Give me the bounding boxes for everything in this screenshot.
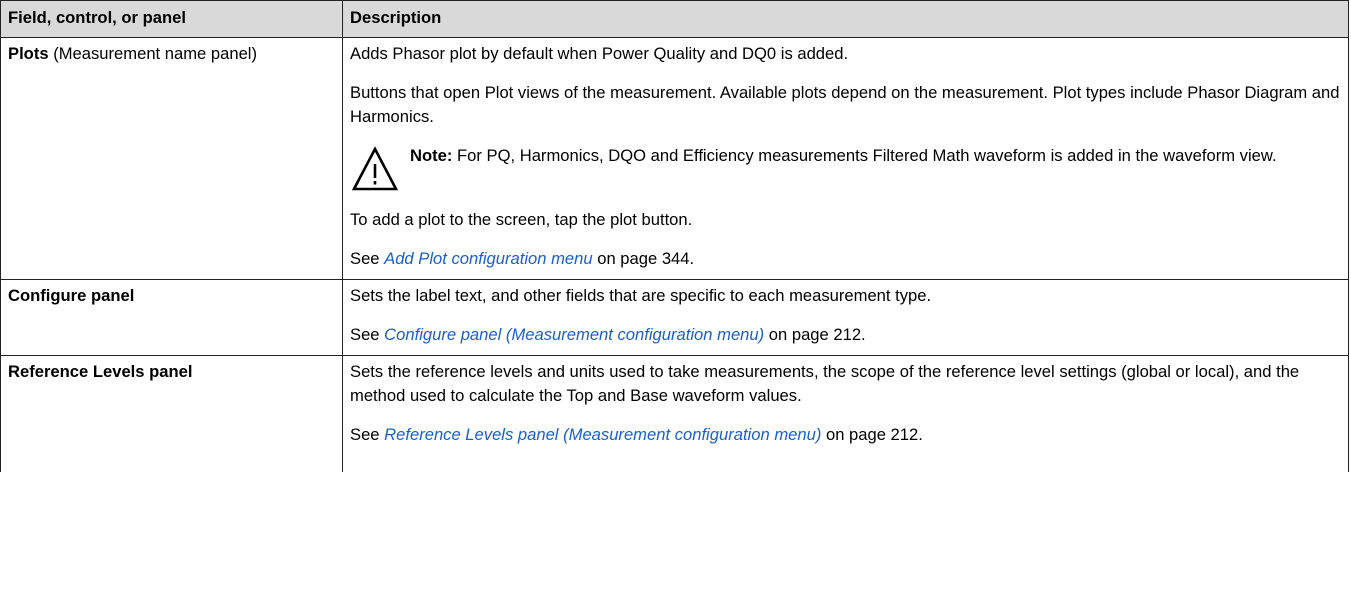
description-cell: Sets the label text, and other fields th… [342, 279, 1349, 356]
see-suffix: on page 212. [764, 325, 866, 344]
field-name: Plots [8, 44, 49, 63]
note-label: Note: [410, 146, 453, 165]
note-text: Note: For PQ, Harmonics, DQO and Efficie… [410, 144, 1341, 168]
field-cell: Configure panel [0, 279, 343, 356]
see-reference: See Reference Levels panel (Measurement … [350, 423, 1341, 447]
field-cell: Reference Levels panel [0, 355, 343, 472]
column-header-description: Description [342, 0, 1349, 38]
see-prefix: See [350, 249, 385, 268]
description-paragraph: Sets the reference levels and units used… [350, 362, 1300, 405]
cross-reference-link[interactable]: Add Plot configuration menu [384, 249, 592, 268]
cross-reference-link[interactable]: Reference Levels panel (Measurement conf… [384, 425, 821, 444]
description-cell: Sets the reference levels and units used… [342, 355, 1349, 472]
note-body: For PQ, Harmonics, DQO and Efficiency me… [452, 146, 1277, 165]
description-paragraph: Buttons that open Plot views of the meas… [350, 83, 1340, 126]
warning-triangle-icon [351, 146, 399, 191]
note-block: Note: For PQ, Harmonics, DQO and Efficie… [350, 144, 1341, 193]
column-header-field: Field, control, or panel [0, 0, 343, 38]
description-cell: Adds Phasor plot by default when Power Q… [342, 37, 1349, 280]
field-name: Configure panel [8, 286, 135, 305]
see-reference: See Add Plot configuration menu on page … [350, 247, 1341, 271]
see-reference: See Configure panel (Measurement configu… [350, 323, 1341, 347]
see-prefix: See [350, 325, 385, 344]
table-row-plots: Plots (Measurement name panel) Adds Phas… [0, 37, 1349, 280]
see-suffix: on page 344. [592, 249, 695, 268]
description-paragraph: Sets the label text, and other fields th… [350, 286, 932, 305]
table-header-row: Field, control, or panel Description [0, 0, 1349, 38]
field-name: Reference Levels panel [8, 362, 193, 381]
cross-reference-link[interactable]: Configure panel (Measurement configurati… [384, 325, 764, 344]
description-paragraph: To add a plot to the screen, tap the plo… [350, 210, 693, 229]
field-qualifier: (Measurement name panel) [48, 44, 258, 63]
see-prefix: See [350, 425, 385, 444]
field-cell: Plots (Measurement name panel) [0, 37, 343, 280]
see-suffix: on page 212. [821, 425, 923, 444]
table-row-reference-levels-panel: Reference Levels panel Sets the referenc… [0, 355, 1349, 472]
table-row-configure-panel: Configure panel Sets the label text, and… [0, 279, 1349, 356]
field-description-table: Field, control, or panel Description Plo… [0, 0, 1349, 472]
description-paragraph: Adds Phasor plot by default when Power Q… [350, 44, 849, 63]
